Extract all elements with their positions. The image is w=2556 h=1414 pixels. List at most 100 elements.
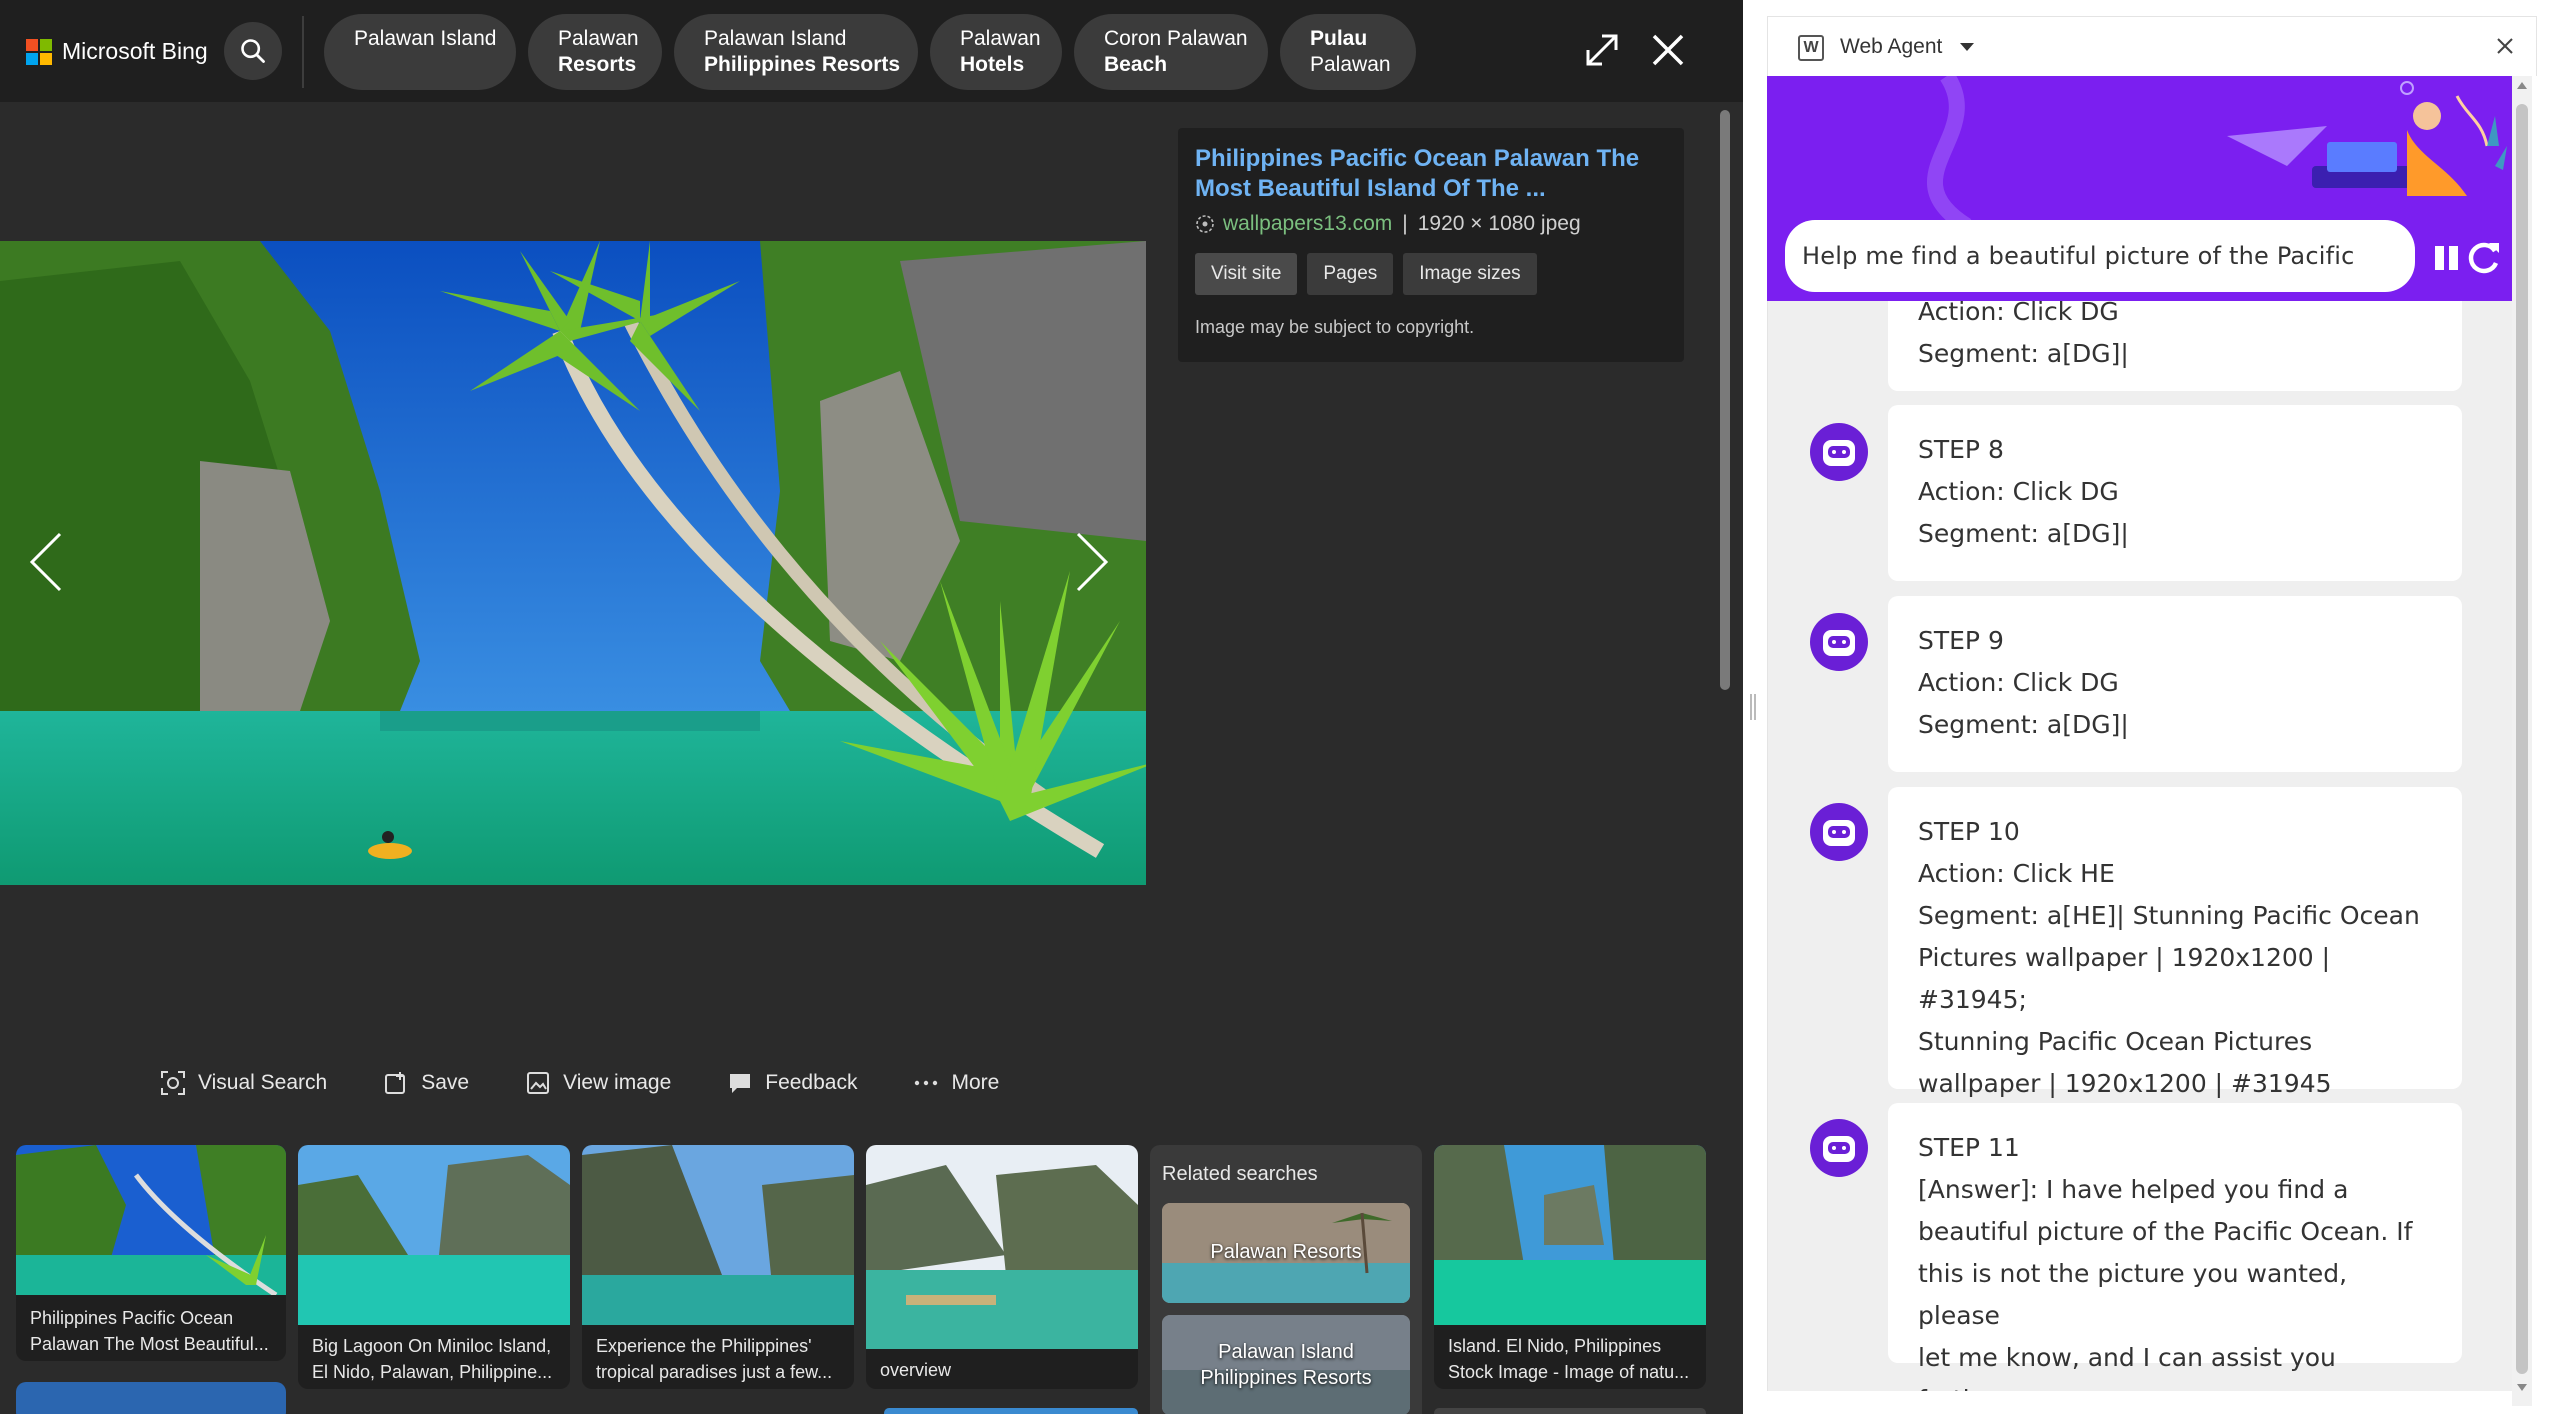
image-info-panel: Philippines Pacific Ocean Palawan The Mo… xyxy=(1178,128,1684,362)
chip-label: Palawan xyxy=(960,27,1041,50)
feedback-button[interactable]: Feedback xyxy=(727,1070,857,1096)
related-chip-coron-palawan-beach[interactable]: Coron Palawan Beach xyxy=(1074,14,1268,90)
view-image-button[interactable]: View image xyxy=(525,1070,671,1096)
message-line: STEP 10 xyxy=(1918,817,2020,846)
refresh-icon[interactable] xyxy=(2465,239,2503,277)
message-line: Action: Click DG xyxy=(1918,477,2119,506)
related-chip-palawan-resorts[interactable]: Palawan Resorts xyxy=(528,14,662,90)
thumbnail-caption-line: tropical paradises just a few... xyxy=(596,1362,833,1382)
image-meta: wallpapers13.com | 1920 × 1080 jpeg xyxy=(1195,212,1667,236)
image-sizes-button[interactable]: Image sizes xyxy=(1403,253,1537,295)
close-icon[interactable] xyxy=(2490,31,2520,61)
chip-label-bold: Pulau xyxy=(1310,27,1368,50)
copyright-notice: Image may be subject to copyright. xyxy=(1195,317,1475,337)
message-line: Segment: a[DG]| xyxy=(1918,519,2129,548)
thumbnail-image xyxy=(1434,1145,1706,1325)
chip-label: Coron Palawan xyxy=(1104,27,1248,50)
related-search-palawan-resorts[interactable]: Palawan Resorts xyxy=(1162,1203,1410,1303)
view-image-label: View image xyxy=(563,1071,672,1094)
image-title-link[interactable]: Philippines Pacific Ocean Palawan The Mo… xyxy=(1195,144,1667,204)
message-line: STEP 8 xyxy=(1918,435,2004,464)
thumbnail-image xyxy=(866,1145,1138,1349)
thumbnail-item[interactable] xyxy=(1434,1408,1706,1414)
thumbnail-image xyxy=(16,1145,286,1298)
image-source-link[interactable]: wallpapers13.com xyxy=(1223,212,1392,236)
save-label: Save xyxy=(421,1071,470,1094)
close-icon[interactable] xyxy=(1648,30,1688,70)
chevron-down-icon[interactable] xyxy=(1960,43,1974,51)
related-search-label: Philippines Resorts xyxy=(1200,1367,1372,1389)
robot-avatar-icon xyxy=(1810,1119,1868,1177)
message-line: Segment: a[HE]| Stunning Pacific Ocean xyxy=(1918,901,2420,930)
related-searches-panel: Related searches Palawan Resorts Palawan… xyxy=(1150,1145,1422,1414)
message-line: Segment: a[DG]| xyxy=(1918,339,2129,368)
pause-icon[interactable] xyxy=(2433,243,2461,273)
feedback-icon xyxy=(730,1074,751,1093)
more-button[interactable]: More xyxy=(913,1070,999,1096)
image-info-buttons: Visit site Pages Image sizes xyxy=(1195,253,1667,295)
visit-site-button[interactable]: Visit site xyxy=(1195,253,1298,295)
thumbnail-caption-line: Philippines Pacific Ocean xyxy=(30,1308,234,1328)
related-chip-palawan-hotels[interactable]: Palawan Hotels xyxy=(930,14,1062,90)
related-chip-palawan-island-philippines-resorts[interactable]: Palawan Island Philippines Resorts xyxy=(674,14,918,90)
image-dimensions: 1920 × 1080 jpeg xyxy=(1417,212,1581,235)
topbar-divider xyxy=(302,16,304,88)
thumbnail-item[interactable] xyxy=(884,1408,1138,1414)
scroll-down-arrow-icon[interactable] xyxy=(2517,1384,2527,1391)
microsoft-logo-icon xyxy=(26,38,52,65)
related-search-label: Palawan Island xyxy=(1218,1341,1354,1363)
web-agent-banner: Help me find a beautiful picture of the … xyxy=(1767,76,2512,301)
visual-search-button[interactable]: Visual Search xyxy=(160,1070,327,1096)
related-chip-palawan-island[interactable]: Palawan Island xyxy=(324,14,516,90)
viewer-top-bar: Microsoft Bing Palawan Island Palawan Re… xyxy=(0,0,1743,102)
pages-button[interactable]: Pages xyxy=(1307,253,1394,295)
visual-search-label: Visual Search xyxy=(198,1071,328,1094)
viewer-scrollbar[interactable] xyxy=(1720,110,1730,690)
search-icon xyxy=(241,39,265,63)
search-button[interactable] xyxy=(224,22,282,80)
previous-image-arrow-icon[interactable] xyxy=(26,530,66,594)
message-line: Stunning Pacific Ocean Pictures xyxy=(1918,1027,2313,1056)
thumbnail-item[interactable]: Island. El Nido, Philippines Stock Image… xyxy=(1434,1145,1706,1389)
globe-icon xyxy=(1196,215,1214,233)
agent-message: Action: Click DG Segment: a[DG]| xyxy=(1888,301,2462,391)
message-line: Action: Click HE xyxy=(1918,859,2115,888)
save-icon xyxy=(385,1072,406,1094)
web-agent-panel: W Web Agent Help me find a beautiful pic… xyxy=(1763,0,2556,1414)
message-line: Action: Click DG xyxy=(1918,668,2119,697)
thumbnail-item[interactable]: overview xyxy=(866,1145,1138,1389)
next-image-arrow-icon[interactable] xyxy=(1072,530,1112,594)
thumbnail-caption-line: Palawan The Most Beautiful... xyxy=(30,1334,269,1354)
bing-logo-text: Microsoft Bing xyxy=(62,38,208,64)
bing-image-viewer: Microsoft Bing Palawan Island Palawan Re… xyxy=(0,0,1743,1414)
bing-logo[interactable]: Microsoft Bing xyxy=(26,38,208,65)
message-line: STEP 11 xyxy=(1918,1133,2020,1162)
related-search-palawan-island-philippines-resorts[interactable]: Palawan Island Philippines Resorts xyxy=(1162,1315,1410,1414)
message-line: Pictures wallpaper | 1920x1200 | #31945; xyxy=(1918,943,2331,1014)
expand-icon[interactable] xyxy=(1582,30,1622,70)
related-search-label: Palawan Resorts xyxy=(1210,1241,1362,1263)
chip-label-bold: Beach xyxy=(1104,53,1168,76)
web-agent-title: Web Agent xyxy=(1840,35,1943,58)
thumbnail-item[interactable] xyxy=(16,1382,286,1414)
robot-avatar-icon xyxy=(1810,613,1868,671)
thumbnail-item[interactable]: Philippines Pacific Ocean Palawan The Mo… xyxy=(16,1145,286,1361)
chip-label-bold: Resorts xyxy=(558,53,637,76)
scroll-up-arrow-icon[interactable] xyxy=(2517,82,2527,89)
splitter-grip-icon[interactable] xyxy=(1750,694,1756,720)
message-line: [Answer]: I have helped you find a xyxy=(1918,1175,2349,1204)
save-button[interactable]: Save xyxy=(383,1070,469,1096)
prompt-input[interactable]: Help me find a beautiful picture of the … xyxy=(1785,220,2415,292)
chip-label: Palawan Island xyxy=(704,27,847,50)
agent-message: STEP 11 [Answer]: I have helped you find… xyxy=(1888,1103,2462,1391)
agent-message: STEP 9 Action: Click DG Segment: a[DG]| xyxy=(1888,596,2462,772)
related-chip-pulau-palawan[interactable]: Pulau Palawan xyxy=(1280,14,1416,90)
chip-label: Palawan xyxy=(1310,53,1391,76)
message-line: let me know, and I can assist you furthe… xyxy=(1918,1343,2336,1391)
thumbnail-caption-line: Experience the Philippines' xyxy=(596,1336,812,1356)
thumbnail-item[interactable]: Experience the Philippines' tropical par… xyxy=(582,1145,854,1389)
main-image[interactable] xyxy=(0,241,1146,885)
robot-avatar-icon xyxy=(1810,803,1868,861)
thumbnail-item[interactable]: Big Lagoon On Miniloc Island, El Nido, P… xyxy=(298,1145,570,1389)
agent-scrollbar-thumb[interactable] xyxy=(2516,104,2528,1374)
